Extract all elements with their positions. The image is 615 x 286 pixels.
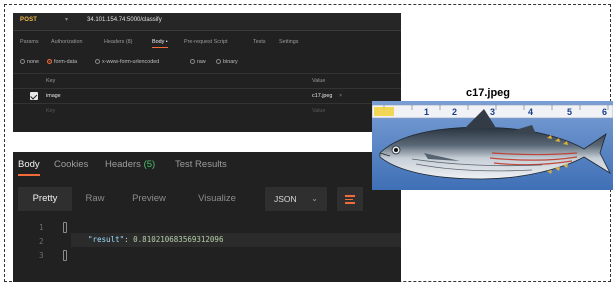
view-pretty-button[interactable]: Pretty: [18, 187, 72, 211]
chevron-down-icon: ⌄: [311, 194, 318, 203]
image-filename-label: c17.jpeg: [466, 87, 511, 99]
body-option-urlencoded[interactable]: x-www-form-urlencoded: [95, 59, 159, 65]
remove-file-icon[interactable]: ×: [339, 93, 342, 99]
response-tabs: Body Cookies Headers (5) Test Results: [13, 152, 401, 177]
line-number: 2: [39, 237, 44, 246]
url-input[interactable]: 34.101.154.74:5000/classify: [87, 17, 162, 23]
line-number: 1: [39, 223, 44, 232]
ruler-number: 4: [528, 107, 533, 117]
row-value-file[interactable]: c17.jpeg: [312, 93, 332, 99]
line-number: 3: [39, 251, 44, 260]
body-option-label: form-data: [54, 59, 78, 65]
tab-cookies[interactable]: Cookies: [54, 159, 88, 170]
tab-headers[interactable]: Headers (8): [104, 39, 132, 45]
checkbox-icon[interactable]: [30, 92, 38, 100]
view-raw-button[interactable]: Raw: [74, 187, 116, 211]
table-row-placeholder: Key Value: [13, 103, 401, 118]
view-preview-button[interactable]: Preview: [119, 187, 179, 211]
response-code-editor[interactable]: 1 2 3 "result": 0.810210683569312096: [13, 221, 401, 281]
column-header-key: Key: [46, 78, 56, 84]
tab-response-body[interactable]: Body: [18, 159, 40, 176]
body-option-label: binary: [223, 59, 238, 65]
format-select-label: JSON: [274, 194, 297, 204]
body-option-none[interactable]: none: [20, 59, 39, 65]
fold-bracket-icon: [63, 250, 67, 261]
tab-settings[interactable]: Settings: [279, 39, 298, 45]
ruler-number: 6: [602, 107, 607, 117]
body-option-raw[interactable]: raw: [190, 59, 206, 65]
body-option-label: raw: [197, 59, 206, 65]
fish-photo: 1 2 3 4 5 6: [372, 101, 613, 190]
ruler-number: 2: [452, 107, 457, 117]
tab-response-headers[interactable]: Headers (5): [105, 159, 155, 170]
ruler-number: 5: [567, 107, 572, 117]
chevron-down-icon[interactable]: ▾: [65, 16, 68, 23]
wrap-lines-icon[interactable]: [337, 187, 363, 211]
response-panel: Body Cookies Headers (5) Test Results Pr…: [13, 152, 401, 282]
new-key-input[interactable]: Key: [46, 108, 55, 114]
radio-icon: [95, 59, 100, 64]
body-option-binary[interactable]: binary: [216, 59, 238, 65]
method-select[interactable]: POST: [20, 17, 37, 23]
request-tabs: Params Authorization Headers (8) Body • …: [13, 39, 401, 53]
ruler-number: 3: [490, 107, 495, 117]
radio-icon: [216, 59, 221, 64]
headers-count-badge: (5): [143, 159, 156, 170]
json-value: 0.810210683569312096: [133, 235, 224, 244]
ruler-number: 1: [424, 107, 429, 117]
body-type-options: none form-data x-www-form-urlencoded raw…: [20, 59, 400, 69]
column-header-value: Value: [312, 78, 326, 84]
radio-icon: [190, 59, 195, 64]
tab-authorization[interactable]: Authorization: [51, 39, 82, 45]
body-option-label: x-www-form-urlencoded: [102, 59, 160, 65]
table-header-row: Key Value: [13, 73, 401, 88]
json-key: "result": [88, 235, 125, 244]
tab-params[interactable]: Params: [20, 39, 39, 45]
tab-body[interactable]: Body •: [152, 39, 168, 48]
tab-test-results[interactable]: Test Results: [175, 159, 227, 170]
url-bar: POST ▾ 34.101.154.74:5000/classify: [13, 13, 401, 31]
view-visualize-button[interactable]: Visualize: [182, 187, 252, 211]
tab-pre-request-script[interactable]: Pre-request Script: [184, 39, 227, 45]
radio-icon: [20, 59, 25, 64]
body-option-form-data[interactable]: form-data: [47, 59, 77, 65]
json-result-line: "result": 0.810210683569312096: [88, 235, 223, 244]
format-select[interactable]: JSON ⌄: [265, 187, 327, 211]
json-colon: :: [124, 235, 134, 244]
request-panel: POST ▾ 34.101.154.74:5000/classify Param…: [13, 13, 401, 132]
tab-headers-label: Headers: [105, 159, 141, 170]
tab-tests[interactable]: Tests: [253, 39, 266, 45]
radio-selected-icon: [47, 59, 52, 64]
table-row: image c17.jpeg ×: [13, 88, 401, 103]
row-key-input[interactable]: image: [46, 93, 61, 99]
fold-bracket-icon: [63, 222, 67, 233]
body-option-label: none: [27, 59, 39, 65]
new-value-input[interactable]: Value: [312, 108, 325, 114]
response-toolbar: Pretty Raw Preview Visualize JSON ⌄: [18, 187, 396, 213]
